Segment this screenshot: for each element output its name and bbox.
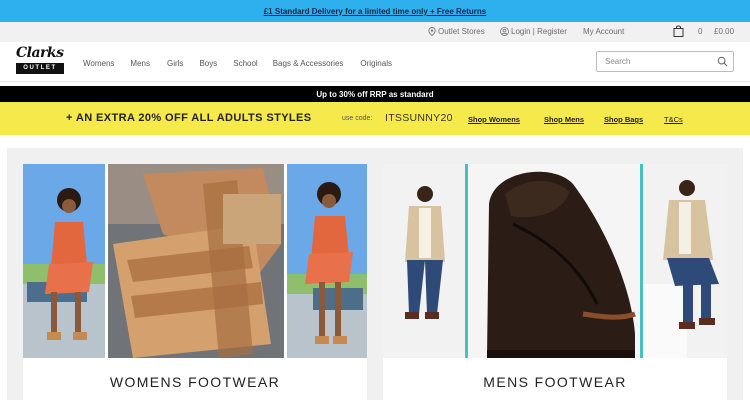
utility-bar: Outlet Stores Login | Register My Accoun… [0, 22, 750, 42]
womens-footwear-title: WOMENS FOOTWEAR [109, 374, 281, 390]
search-icon[interactable] [717, 56, 728, 67]
category-section: WOMENS FOOTWEAR MENS FOOTWEAR [7, 148, 743, 400]
shop-bags-link[interactable]: Shop Bags [604, 115, 643, 124]
nav-item-bags-accessories[interactable]: Bags & Accessories [273, 59, 344, 68]
shopping-bag-button[interactable] [673, 25, 684, 37]
logo-outlet-tag: OUTLET [16, 63, 64, 74]
womens-footwear-card[interactable]: WOMENS FOOTWEAR [23, 164, 367, 400]
discount-banner: + AN EXTRA 20% OFF ALL ADULTS STYLES use… [0, 102, 750, 135]
outlet-stores-label: Outlet Stores [438, 27, 485, 36]
promo-bar: £1 Standard Delivery for a limited time … [0, 0, 750, 22]
womens-collage-illustration [23, 164, 367, 358]
my-account-link[interactable]: My Account [583, 27, 624, 36]
mens-hero-image [383, 164, 727, 358]
my-account-label: My Account [583, 27, 625, 36]
main-header: Clarks OUTLET Womens Mens Girls Boys Sch… [0, 42, 750, 82]
shopping-bag-icon [673, 25, 684, 37]
search-input[interactable] [597, 57, 715, 66]
sale-strip: Up to 30% off RRP as standard [0, 86, 750, 102]
nav-item-girls[interactable]: Girls [167, 59, 183, 68]
login-register-link[interactable]: Login | Register [500, 27, 567, 36]
main-nav: Womens Mens Girls Boys School Bags & Acc… [83, 59, 392, 68]
bag-total: £0.00 [714, 27, 735, 36]
nav-item-school[interactable]: School [233, 59, 257, 68]
nav-item-boys[interactable]: Boys [199, 59, 217, 68]
mens-footwear-title: MENS FOOTWEAR [483, 374, 627, 390]
search-box [596, 51, 734, 72]
use-code-label: use code: [342, 115, 373, 122]
shop-womens-link[interactable]: Shop Womens [468, 115, 520, 124]
user-icon [500, 27, 509, 36]
terms-link[interactable]: T&Cs [664, 115, 683, 124]
location-pin-icon [428, 27, 436, 36]
clarks-outlet-logo[interactable]: Clarks OUTLET [16, 45, 64, 78]
nav-item-originals[interactable]: Originals [360, 59, 392, 68]
shop-mens-link[interactable]: Shop Mens [544, 115, 584, 124]
banner-headline: + AN EXTRA 20% OFF ALL ADULTS STYLES [66, 112, 312, 124]
logo-wordmark: Clarks [16, 45, 64, 61]
mens-collage-illustration [383, 164, 727, 358]
nav-item-mens[interactable]: Mens [130, 59, 150, 68]
mens-footwear-card[interactable]: MENS FOOTWEAR [383, 164, 727, 400]
promo-code: ITSSUNNY20 [385, 112, 453, 124]
nav-item-womens[interactable]: Womens [83, 59, 114, 68]
sale-strip-text: Up to 30% off RRP as standard [316, 89, 434, 99]
outlet-stores-link[interactable]: Outlet Stores [428, 27, 485, 36]
bag-count: 0 [698, 27, 703, 36]
womens-hero-image [23, 164, 367, 358]
promo-link[interactable]: £1 Standard Delivery for a limited time … [264, 7, 487, 16]
login-register-label: Login | Register [511, 27, 567, 36]
